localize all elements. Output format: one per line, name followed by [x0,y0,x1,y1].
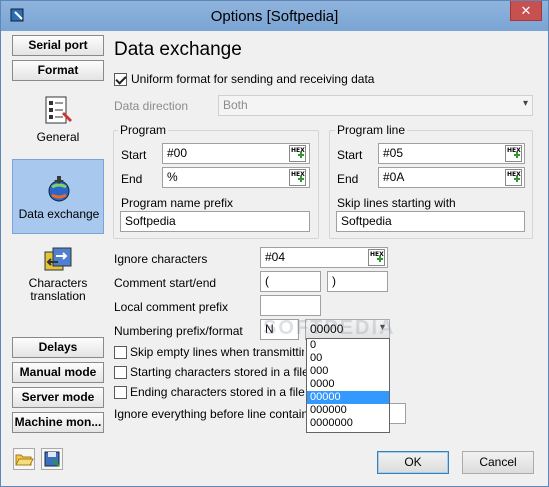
characters-translation-icon [44,247,72,271]
program-name-prefix-input[interactable]: Softpedia [120,211,310,232]
program-line-start-value: #05 [383,146,404,160]
chevron-down-icon: ▾ [522,98,528,109]
uniform-format-checkbox[interactable] [114,73,127,86]
format-option[interactable]: 0000 [307,378,389,391]
hex-label: HEX [291,147,305,154]
page-title: Data exchange [114,39,242,60]
skip-empty-lines-checkbox[interactable] [114,346,127,359]
ending-chars-file-checkbox[interactable] [114,386,127,399]
program-group-title: Program [118,123,169,137]
hex-picker-icon[interactable]: HEX [368,249,385,266]
nav-item-general[interactable]: General [12,88,104,154]
hex-picker-icon[interactable]: HEX [505,169,522,186]
hex-label: HEX [370,251,384,258]
data-direction-value: Both [223,98,248,112]
comment-end-value: ) [332,274,336,288]
local-comment-prefix-input[interactable] [260,295,321,316]
program-line-end-value: #0A [383,170,405,184]
comment-start-value: ( [265,274,269,288]
format-option[interactable]: 0000000 [307,417,389,430]
program-line-end-input[interactable]: #0A [378,167,525,188]
numbering-label: Numbering prefix/format [114,324,243,338]
format-option[interactable]: 000000 [307,404,389,417]
format-option[interactable]: 0 [307,339,389,352]
starting-chars-file-checkbox[interactable] [114,366,127,379]
skip-lines-label: Skip lines starting with [337,196,456,210]
program-line-start-input[interactable]: #05 [378,143,525,164]
nav-label-general: General [36,130,80,144]
starting-chars-file-label: Starting characters stored in a file [130,365,309,379]
program-line-group-title: Program line [335,123,408,137]
nav-button-serial-port[interactable]: Serial port [12,35,104,56]
program-end-value: % [167,170,178,184]
skip-lines-input[interactable]: Softpedia [336,211,525,232]
hex-label: HEX [507,147,521,154]
nav-button-machine-monitor[interactable]: Machine mon... [12,412,104,433]
format-option[interactable]: 000 [307,365,389,378]
nav-item-characters-translation[interactable]: Characters translation [12,241,104,307]
ok-button[interactable]: OK [377,451,449,474]
general-settings-icon [45,96,72,124]
ignore-before-label: Ignore everything before line contains [114,407,315,421]
program-end-label: End [121,172,143,186]
comment-label: Comment start/end [114,276,217,290]
cancel-button[interactable]: Cancel [462,451,534,474]
hex-picker-icon[interactable]: HEX [289,169,306,186]
format-option[interactable]: 00 [307,352,389,365]
hex-label: HEX [507,171,521,178]
options-window: Options [Softpedia] ✕ Serial port Format… [0,0,549,487]
nav-button-manual-mode[interactable]: Manual mode [12,362,104,383]
program-name-prefix-label: Program name prefix [121,196,234,210]
hex-picker-icon[interactable]: HEX [505,145,522,162]
program-name-prefix-value: Softpedia [125,214,176,228]
nav-button-delays[interactable]: Delays [12,337,104,358]
program-end-input[interactable]: % [162,167,310,188]
data-direction-label: Data direction [114,99,189,113]
title-bar[interactable]: Options [Softpedia] ✕ [1,1,548,31]
ignore-characters-label: Ignore characters [114,252,208,266]
hex-picker-icon[interactable]: HEX [289,145,306,162]
data-exchange-icon [48,176,70,202]
comment-start-input[interactable]: ( [260,271,321,292]
data-direction-select[interactable]: Both ▾ [218,95,533,116]
ending-chars-file-label: Ending characters stored in a file [130,385,305,399]
save-icon[interactable] [41,448,63,470]
program-start-label: Start [121,148,147,162]
close-button[interactable]: ✕ [510,1,542,21]
skip-lines-value: Softpedia [341,214,392,228]
watermark: SOFTPEDIA [263,317,396,339]
numbering-format-dropdown[interactable]: 0 00 000 0000 00000 000000 0000000 [306,338,390,433]
local-comment-prefix-label: Local comment prefix [114,300,229,314]
nav-button-format[interactable]: Format [12,60,104,81]
ignore-characters-value: #04 [265,250,286,264]
program-line-start-label: Start [337,148,363,162]
skip-empty-lines-label: Skip empty lines when transmitting da [130,345,304,359]
ignore-before-input[interactable] [389,403,406,424]
program-start-value: #00 [167,146,188,160]
hex-label: HEX [291,171,305,178]
format-option[interactable]: 00000 [307,391,389,404]
comment-end-input[interactable]: ) [327,271,388,292]
folder-open-icon[interactable] [13,448,35,470]
nav-label-data-exchange: Data exchange [18,207,100,221]
uniform-format-label: Uniform format for sending and receiving… [131,72,375,86]
nav-button-server-mode[interactable]: Server mode [12,387,104,408]
nav-item-data-exchange[interactable]: Data exchange [12,159,104,234]
program-start-input[interactable]: #00 [162,143,310,164]
program-line-end-label: End [337,172,359,186]
window-title: Options [Softpedia] [210,8,339,25]
nav-label-characters-translation: Characters translation [28,276,88,303]
